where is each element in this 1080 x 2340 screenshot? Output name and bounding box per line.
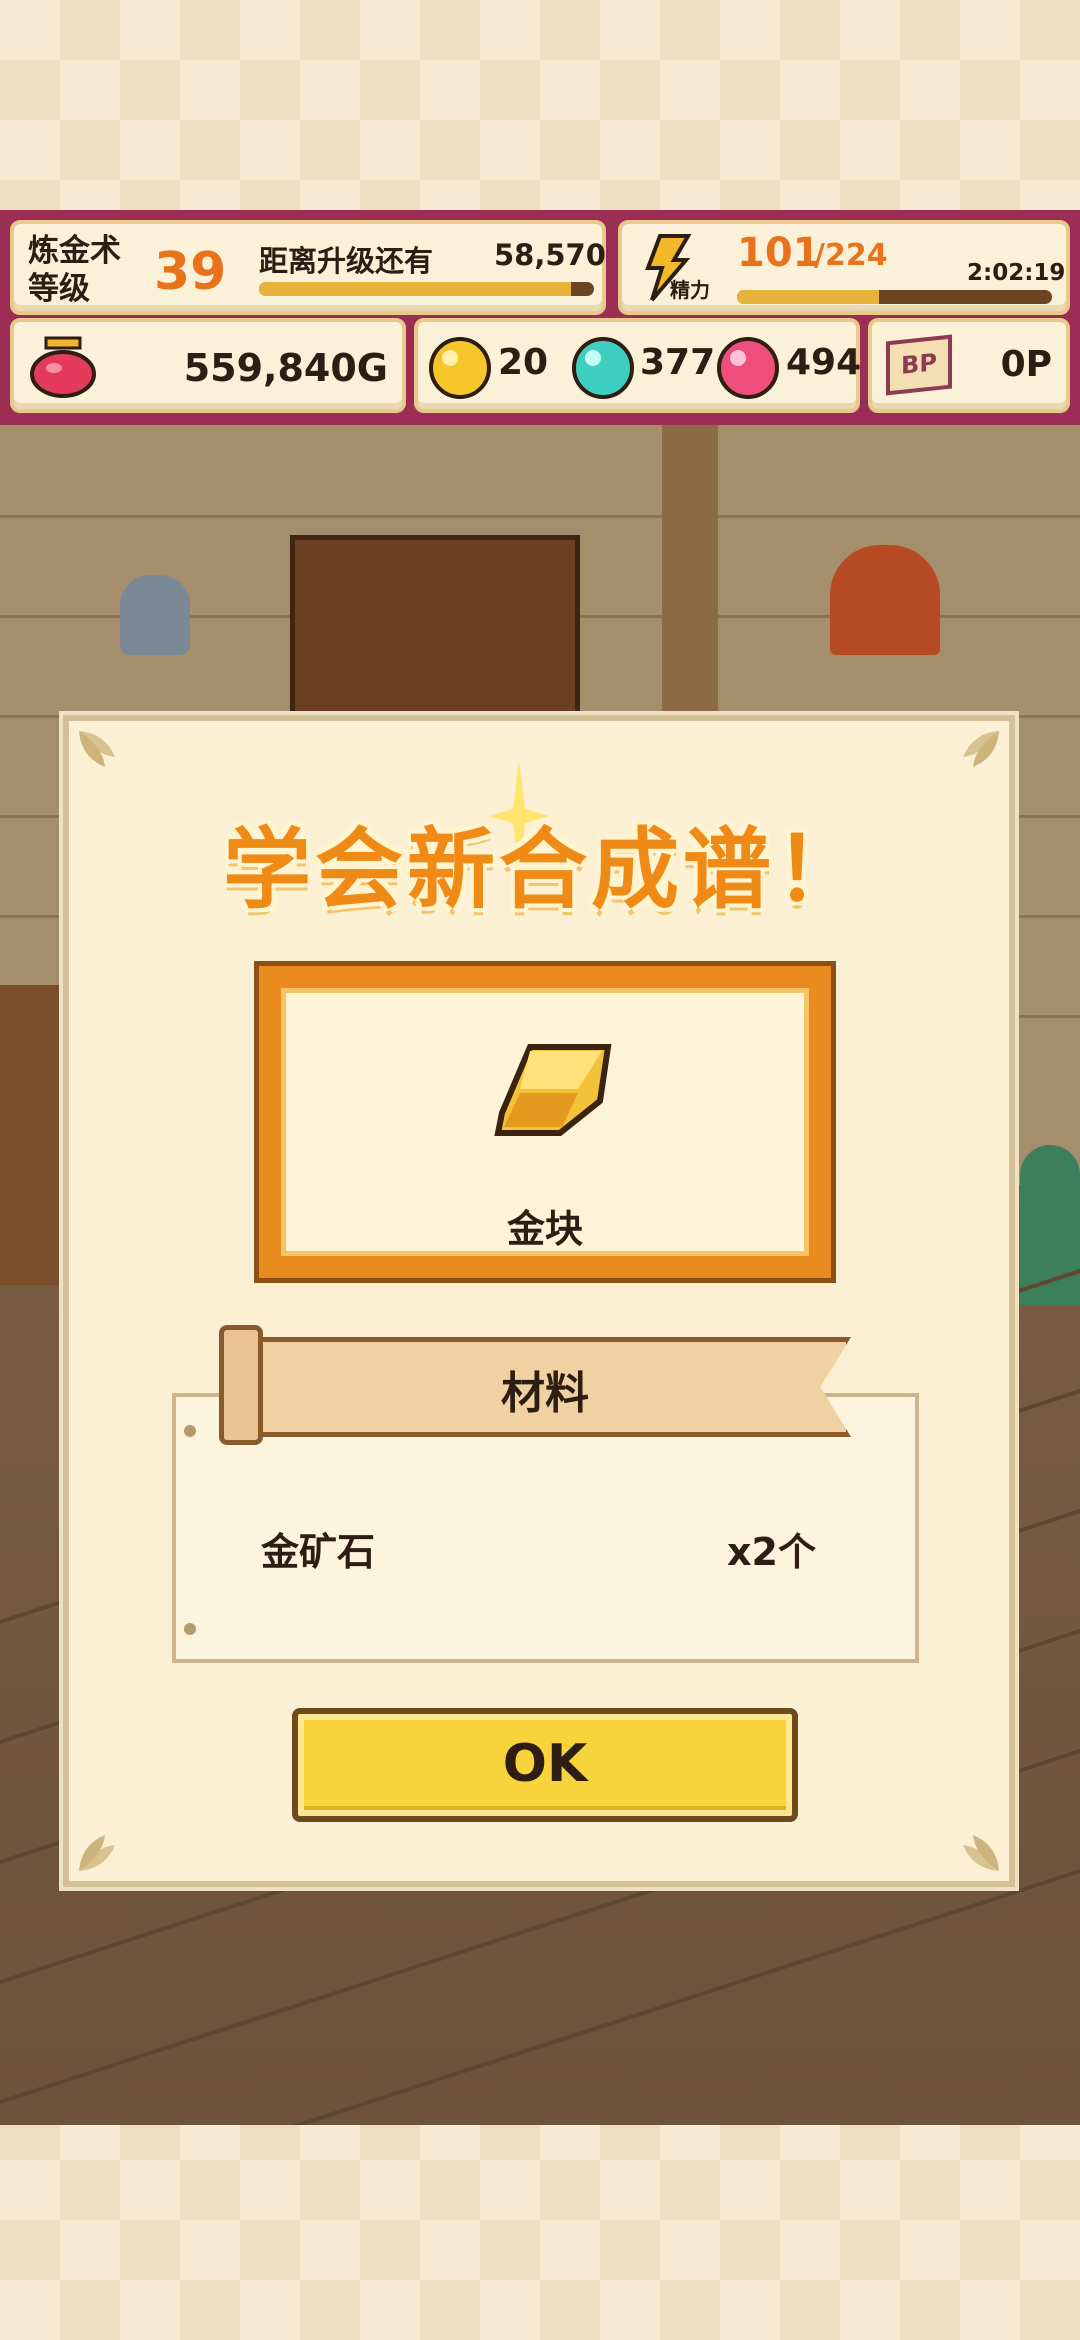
gold-amount: 559,840G (183, 346, 388, 390)
corner-leaf-ornament-icon (963, 1835, 999, 1871)
gems-panel[interactable]: 20 377 494 (414, 318, 862, 413)
pin-icon (184, 1425, 196, 1437)
corner-leaf-ornament-icon (79, 1835, 115, 1871)
bp-panel[interactable]: BP 0P (868, 318, 1070, 413)
dialog-title: 学会新合成谱！ (222, 818, 867, 921)
stamina-timer: 2:02:19 (967, 260, 1066, 286)
level-progress-bar (259, 282, 594, 296)
stamina-current: 101 (737, 230, 821, 276)
materials-header: 材料 (501, 1368, 589, 1419)
stamina-panel: 精力 101 /224 2:02:19 (618, 220, 1070, 315)
new-recipe-dialog: 学会新合成谱！ 金块 材料 金矿石 x2个 OK (63, 715, 1015, 1887)
cyan-gem-icon (572, 337, 634, 399)
next-level-label: 距离升级还有 (259, 244, 434, 278)
next-level-value: 58,570 (494, 238, 606, 272)
material-quantity: x2个 (727, 1530, 816, 1574)
gold-panel[interactable]: 559,840G (10, 318, 406, 413)
yellow-gem-icon (429, 337, 491, 399)
alchemy-level-panel: 炼金术等级 39 距离升级还有 58,570 (10, 220, 606, 315)
level-number: 39 (154, 242, 227, 302)
shelf (0, 985, 70, 1285)
gold-ingot-icon (494, 1044, 612, 1136)
top-status-bar: 炼金术等级 39 距离升级还有 58,570 精力 101 /224 2:02:… (0, 210, 1080, 425)
stamina-max: /224 (814, 238, 888, 273)
item-frame: 金块 (254, 961, 836, 1283)
bp-flag-icon: BP (886, 334, 952, 396)
pin-icon (184, 1623, 196, 1635)
pink-gem-count: 494 (786, 342, 862, 383)
wall-lamp (120, 575, 190, 655)
corner-leaf-ornament-icon (963, 731, 999, 767)
stamina-label: 精力 (670, 278, 710, 302)
level-title: 炼金术等级 (28, 233, 121, 307)
ok-button[interactable]: OK (292, 1708, 798, 1822)
wall-plank (0, 515, 1080, 518)
pink-gem-icon (717, 337, 779, 399)
coin-purse-icon (30, 336, 96, 398)
bp-value: 0P (1000, 344, 1052, 385)
corner-leaf-ornament-icon (79, 731, 115, 767)
stamina-progress-bar (737, 290, 1052, 304)
item-frame-inner: 金块 (281, 988, 809, 1256)
item-name: 金块 (506, 1207, 583, 1251)
cyan-gem-count: 377 (640, 342, 716, 383)
yellow-gem-count: 20 (498, 342, 549, 383)
pet-house (830, 545, 940, 655)
material-name: 金矿石 (261, 1530, 376, 1574)
